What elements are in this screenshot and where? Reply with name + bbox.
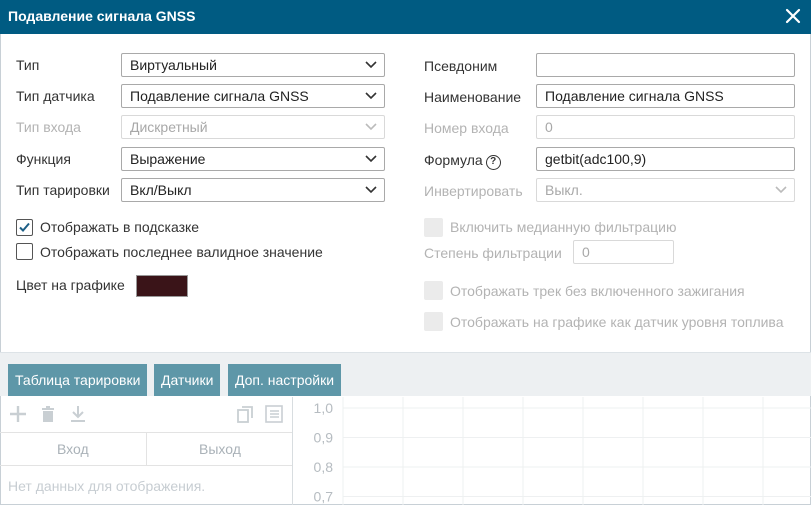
- plus-icon[interactable]: [8, 404, 28, 424]
- sensor-type-label: Тип датчика: [16, 88, 95, 104]
- show-last-valid-checkbox[interactable]: [16, 243, 33, 260]
- y-axis: 1,0 0,9 0,8 0,7: [314, 400, 334, 505]
- y-tick-label: 0,9: [314, 430, 334, 446]
- input-type-label: Тип входа: [16, 119, 81, 135]
- filter-degree-value: 0: [582, 244, 590, 260]
- invert-label: Инвертировать: [424, 183, 523, 199]
- track-without-ignition-label: Отображать трек без включенного зажигани…: [450, 283, 745, 299]
- show-in-tooltip-label: Отображать в подсказке: [40, 219, 200, 235]
- calibration-chart: 1,0 0,9 0,8 0,7: [314, 397, 811, 505]
- tab-calibration-table[interactable]: Таблица тарировки: [8, 364, 148, 396]
- close-icon[interactable]: [783, 6, 803, 26]
- column-output[interactable]: Выход: [199, 441, 241, 457]
- title-bar: Подавление сигнала GNSS: [0, 0, 811, 34]
- fuel-level-checkbox[interactable]: [424, 312, 443, 331]
- y-tick-label: 0,7: [314, 489, 334, 505]
- type-select[interactable]: Виртуальный: [121, 53, 385, 77]
- formula-input[interactable]: getbit(adc100,9): [536, 147, 795, 171]
- function-select[interactable]: Выражение: [121, 147, 385, 171]
- fuel-level-label: Отображать на графике как датчик уровня …: [450, 314, 784, 330]
- chart-grid: [342, 397, 811, 505]
- input-number-label: Номер входа: [424, 120, 509, 136]
- chart-color-label: Цвет на графике: [16, 277, 125, 293]
- chevron-down-icon: [365, 155, 377, 163]
- question-icon[interactable]: ?: [485, 155, 501, 170]
- type-value: Виртуальный: [130, 57, 217, 73]
- empty-table-message: Нет данных для отображения.: [8, 478, 206, 494]
- chevron-down-icon: [365, 61, 377, 69]
- alias-input[interactable]: [536, 53, 795, 77]
- invert-select[interactable]: Выкл.: [536, 178, 795, 202]
- y-tick-label: 0,8: [314, 459, 334, 475]
- input-type-value: Дискретный: [130, 119, 208, 135]
- formula-value: getbit(adc100,9): [545, 151, 647, 167]
- function-label: Функция: [16, 151, 71, 167]
- column-divider: [146, 432, 147, 466]
- median-filter-checkbox[interactable]: [424, 218, 443, 237]
- list-icon[interactable]: [264, 404, 284, 424]
- name-input[interactable]: Подавление сигнала GNSS: [536, 84, 795, 108]
- sensor-type-value: Подавление сигнала GNSS: [130, 88, 309, 104]
- chevron-down-icon: [775, 186, 787, 194]
- function-value: Выражение: [130, 151, 206, 167]
- name-value: Подавление сигнала GNSS: [545, 88, 724, 104]
- formula-label-text: Формула: [424, 152, 483, 168]
- filter-degree-input[interactable]: 0: [573, 240, 674, 264]
- sensor-type-select[interactable]: Подавление сигнала GNSS: [121, 84, 385, 108]
- chart-color-swatch[interactable]: [136, 275, 188, 297]
- input-number-value: 0: [545, 119, 553, 135]
- show-last-valid-label: Отображать последнее валидное значение: [40, 244, 323, 260]
- median-filter-label: Включить медианную фильтрацию: [450, 219, 677, 235]
- type-label: Тип: [16, 57, 40, 73]
- invert-value: Выкл.: [545, 182, 583, 198]
- calibration-type-label: Тип тарировки: [16, 182, 110, 198]
- show-in-tooltip-checkbox[interactable]: [16, 219, 33, 236]
- check-icon: [19, 222, 30, 232]
- tab-extra-settings[interactable]: Доп. настройки: [228, 364, 342, 396]
- calibration-type-value: Вкл/Выкл: [130, 182, 192, 198]
- chevron-down-icon: [365, 123, 377, 131]
- chevron-down-icon: [365, 186, 377, 194]
- name-label: Наименование: [424, 89, 522, 105]
- copy-icon[interactable]: [236, 404, 256, 424]
- download-icon[interactable]: [68, 404, 88, 424]
- tab-sensors[interactable]: Датчики: [154, 364, 221, 396]
- formula-label: Формула?: [424, 152, 501, 170]
- calibration-type-select[interactable]: Вкл/Выкл: [121, 178, 385, 202]
- alias-label: Псевдоним: [424, 58, 498, 74]
- y-tick-label: 1,0: [314, 400, 334, 416]
- filter-degree-label: Степень фильтрации: [424, 245, 562, 261]
- window-title: Подавление сигнала GNSS: [8, 8, 196, 24]
- track-without-ignition-checkbox[interactable]: [424, 281, 443, 300]
- column-input[interactable]: Вход: [57, 441, 89, 457]
- trash-icon[interactable]: [38, 404, 58, 424]
- input-number-input[interactable]: 0: [536, 115, 795, 139]
- input-type-select[interactable]: Дискретный: [121, 115, 385, 139]
- chevron-down-icon: [365, 92, 377, 100]
